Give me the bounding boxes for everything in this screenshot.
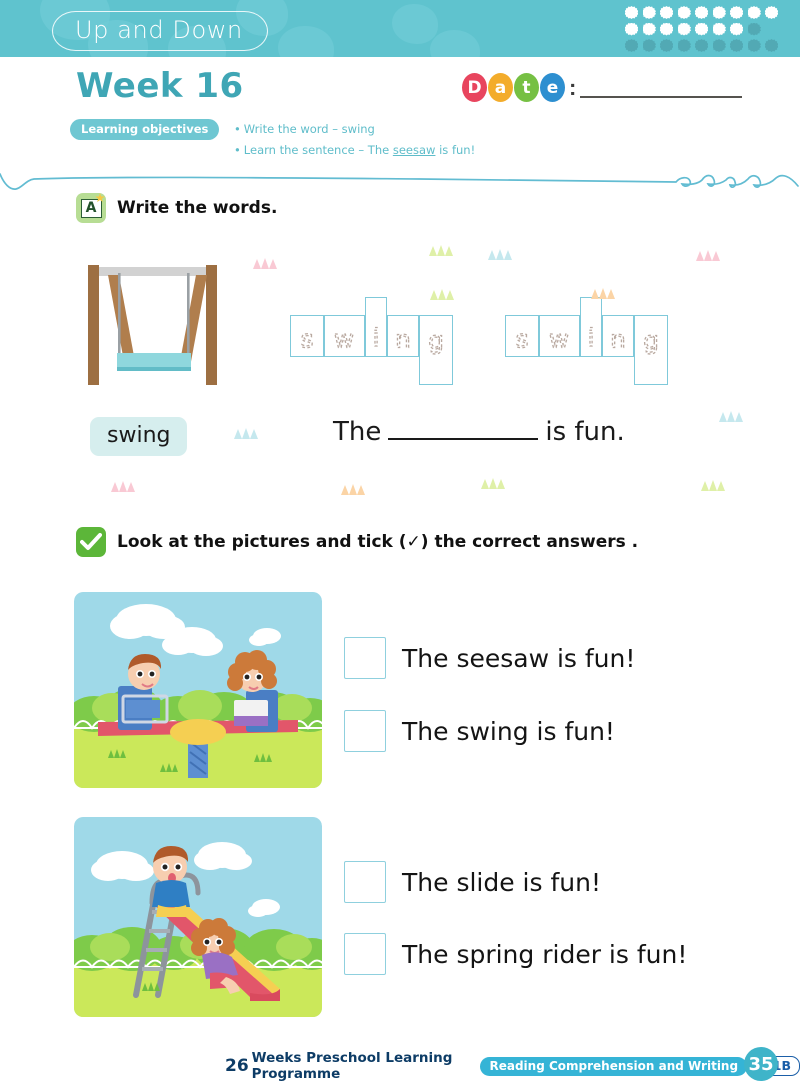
- option-label: The seesaw is fun!: [402, 643, 636, 673]
- page-footer: 26 Weeks Preschool Learning Programme Re…: [0, 1047, 800, 1089]
- svg-text:i: i: [588, 324, 595, 352]
- unit-title-chip: Up and Down: [52, 11, 268, 51]
- option-row[interactable]: The swing is fun!: [344, 710, 615, 752]
- option-row[interactable]: The seesaw is fun!: [344, 637, 635, 679]
- letter-a-glyph: A: [80, 198, 102, 218]
- trace-box-i[interactable]: i: [365, 297, 387, 357]
- option-row[interactable]: The slide is fun!: [344, 861, 601, 903]
- svg-text:w: w: [334, 324, 354, 353]
- header-blob-decor: [392, 4, 438, 44]
- svg-text:w: w: [549, 324, 569, 353]
- week-title: Week 16: [76, 66, 244, 106]
- trace-box-n[interactable]: n: [387, 315, 419, 357]
- objective-item: • Learn the sentence – The seesaw is fun!: [234, 140, 654, 161]
- objective-text: Write the word – swing: [243, 122, 375, 136]
- learning-objectives-list: • Write the word – swing • Learn the sente…: [234, 119, 654, 161]
- option-label: The swing is fun!: [402, 716, 615, 746]
- date-letter-a: a: [488, 73, 513, 102]
- trace-word-group-2[interactable]: s w i n g: [505, 297, 680, 385]
- date-letter-t: t: [514, 73, 539, 102]
- option-label: The spring rider is fun!: [402, 939, 688, 969]
- page-header: Up and Down: [0, 0, 800, 57]
- green-check-icon: [76, 527, 106, 557]
- checkbox-spring-rider[interactable]: [344, 933, 386, 975]
- footer-content: 26 Weeks Preschool Learning Programme Re…: [225, 1050, 800, 1082]
- picture-slide: [74, 817, 322, 1017]
- svg-text:i: i: [373, 324, 380, 352]
- trace-box-g[interactable]: g: [419, 315, 453, 385]
- trace-box-n[interactable]: n: [602, 315, 634, 357]
- objective-text-underlined: seesaw: [392, 143, 436, 157]
- triangle-decor: [696, 250, 720, 261]
- svg-text:n: n: [395, 324, 410, 353]
- triangle-decor: [341, 484, 365, 495]
- triangle-decor: [719, 411, 743, 422]
- date-write-line[interactable]: [580, 95, 743, 98]
- date-letter-e: e: [540, 73, 565, 102]
- header-blob-decor: [430, 30, 480, 57]
- svg-text:s: s: [516, 324, 529, 353]
- sentence-blank-line[interactable]: [388, 438, 539, 440]
- svg-text:g: g: [428, 326, 444, 355]
- bullet-icon: •: [234, 122, 241, 136]
- footer-subject-pill: Reading Comprehension and Writing: [480, 1056, 748, 1076]
- option-row[interactable]: The spring rider is fun!: [344, 933, 687, 975]
- footer-programme: Weeks Preschool Learning Programme: [251, 1050, 453, 1082]
- date-colon: :: [569, 74, 577, 100]
- section-b-heading: Look at the pictures and tick (✓) the co…: [76, 527, 638, 557]
- triangle-decor: [430, 289, 454, 300]
- section-a-label: Write the words.: [117, 198, 278, 218]
- checkbox-swing[interactable]: [344, 710, 386, 752]
- checkbox-seesaw[interactable]: [344, 637, 386, 679]
- letter-a-card-icon: A: [76, 193, 106, 223]
- date-field[interactable]: D a t e :: [462, 73, 743, 102]
- date-letter-d: D: [462, 73, 487, 102]
- triangle-decor: [111, 481, 135, 492]
- trace-box-s[interactable]: s: [290, 315, 324, 357]
- dot-row: [625, 6, 778, 19]
- triangle-decor: [234, 428, 258, 439]
- worksheet-page: Up and Down Week 16 Learning objectives …: [0, 0, 800, 1089]
- trace-box-i[interactable]: i: [580, 297, 602, 357]
- section-a-heading: A Write the words.: [76, 193, 277, 223]
- trace-box-w[interactable]: w: [539, 315, 580, 357]
- swing-illustration: [88, 265, 217, 385]
- objective-text-after: is fun!: [435, 143, 476, 157]
- sentence-after: is fun.: [545, 417, 625, 447]
- trace-box-w[interactable]: w: [324, 315, 365, 357]
- section-b-label: Look at the pictures and tick (✓) the co…: [117, 532, 639, 552]
- header-dot-pattern: [625, 6, 778, 56]
- option-label: The slide is fun!: [402, 867, 601, 897]
- svg-text:s: s: [301, 324, 314, 353]
- page-number-badge: 35: [744, 1047, 778, 1081]
- trace-word-group-1[interactable]: s w i n g: [290, 297, 465, 385]
- trace-box-g[interactable]: g: [634, 315, 668, 385]
- unit-title: Up and Down: [75, 16, 243, 44]
- triangle-decor: [591, 288, 615, 299]
- triangle-decor: [429, 245, 453, 256]
- learning-objectives-chip: Learning objectives: [70, 119, 220, 140]
- checkbox-slide[interactable]: [344, 861, 386, 903]
- svg-text:n: n: [610, 324, 625, 353]
- triangle-decor: [701, 480, 725, 491]
- svg-text:g: g: [643, 326, 659, 355]
- triangle-decor: [488, 249, 512, 260]
- trace-box-s[interactable]: s: [505, 315, 539, 357]
- wavy-divider: [0, 173, 799, 190]
- sentence-before: The: [333, 417, 382, 447]
- triangle-decor: [481, 478, 505, 489]
- dot-row: [625, 22, 778, 36]
- objective-text-before: Learn the sentence – The: [243, 143, 393, 157]
- sentence-fill-blank: The is fun.: [333, 417, 625, 447]
- bullet-icon: •: [234, 143, 241, 157]
- dot-row: [625, 39, 778, 52]
- word-chip-swing: swing: [90, 417, 188, 456]
- objective-item: • Write the word – swing: [234, 119, 654, 140]
- footer-number: 26: [225, 1056, 249, 1076]
- triangle-decor: [253, 258, 277, 269]
- picture-seesaw: [74, 592, 322, 788]
- header-blob-decor: [278, 26, 334, 57]
